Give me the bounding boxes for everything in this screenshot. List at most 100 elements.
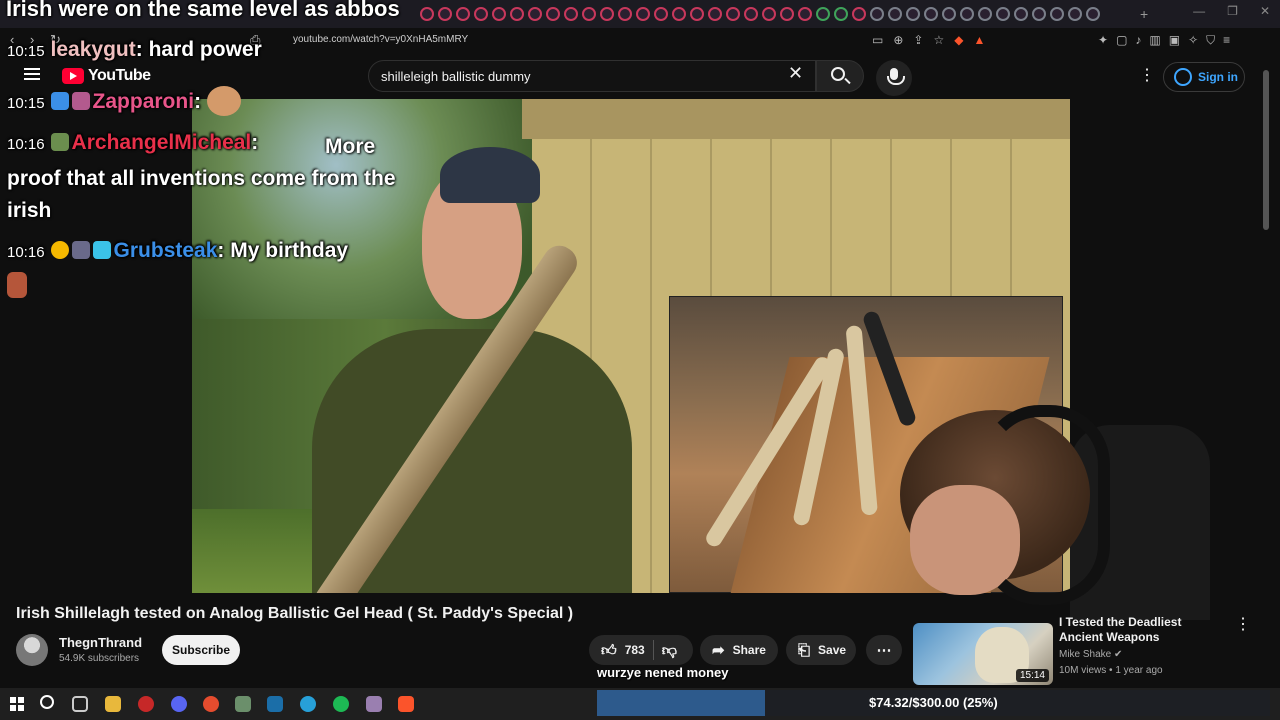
brave-rewards-icon[interactable]: ▲: [973, 33, 985, 47]
tab-favicon-icon[interactable]: [672, 7, 686, 21]
tab-favicon-icon[interactable]: [474, 7, 488, 21]
tab-favicon-icon[interactable]: [906, 7, 920, 21]
tab-favicon-icon[interactable]: [600, 7, 614, 21]
webcam-overlay: [840, 405, 1210, 620]
tab-favicon-icon[interactable]: [492, 7, 506, 21]
address-bar-actions: ▭ ⊕ ⇪ ☆ ◆ ▲: [872, 33, 985, 47]
tab-favicon-icon[interactable]: [870, 7, 884, 21]
recommended-menu-icon[interactable]: ⋮: [1235, 614, 1251, 634]
dislike-icon[interactable]: 👎︎: [662, 643, 677, 658]
tab-favicon-icon[interactable]: [780, 7, 794, 21]
tab-favicon-icon[interactable]: [762, 7, 776, 21]
tab-favicon-icon[interactable]: [456, 7, 470, 21]
scrollbar-thumb[interactable]: [1263, 70, 1269, 230]
browser-menu-icon[interactable]: ≡: [1223, 33, 1230, 48]
tab-favicon-icon[interactable]: [924, 7, 938, 21]
youtube-logo[interactable]: YouTube: [62, 67, 151, 85]
file-explorer-icon[interactable]: [105, 696, 121, 712]
tab-favicon-icon[interactable]: [438, 7, 452, 21]
tab-favicon-icon[interactable]: [978, 7, 992, 21]
taskbar-search-icon[interactable]: [40, 695, 54, 709]
tab-favicon-icon[interactable]: [654, 7, 668, 21]
tab-favicon-icon[interactable]: [798, 7, 812, 21]
search-button[interactable]: [816, 60, 864, 92]
chat-time: 10:15: [7, 95, 45, 112]
donation-message: wurzye nened money: [597, 665, 729, 680]
tab-favicon-icon[interactable]: [510, 7, 524, 21]
tab-favicon-icon[interactable]: [636, 7, 650, 21]
tab-favicon-icon[interactable]: [888, 7, 902, 21]
app-icon[interactable]: [235, 696, 251, 712]
app-icon[interactable]: [366, 696, 382, 712]
tab-favicon-icon[interactable]: [996, 7, 1010, 21]
tab-favicon-icon[interactable]: [744, 7, 758, 21]
tab-favicon-icon[interactable]: [960, 7, 974, 21]
discord-icon[interactable]: [171, 696, 187, 712]
tab-favicon-icon[interactable]: [582, 7, 596, 21]
wallet-icon[interactable]: ▣: [1169, 33, 1180, 48]
tab-favicon-icon[interactable]: [726, 7, 740, 21]
tab-favicon-icon[interactable]: [618, 7, 632, 21]
brave-icon[interactable]: [398, 696, 414, 712]
kebab-icon[interactable]: ⋮: [1139, 68, 1155, 84]
url-input[interactable]: youtube.com/watch?v=y0XnHA5mMRY: [293, 34, 468, 45]
star-icon[interactable]: ☆: [933, 33, 944, 47]
close-window-icon[interactable]: ✕: [1260, 4, 1270, 18]
leo-icon[interactable]: ✧: [1188, 33, 1198, 48]
tab-search-icon[interactable]: ▢: [1116, 33, 1127, 48]
tab-favicon-icon[interactable]: [528, 7, 542, 21]
tab-favicon-icon[interactable]: [816, 7, 830, 21]
like-icon[interactable]: 👍︎: [601, 643, 617, 658]
new-tab-icon[interactable]: +: [1140, 6, 1148, 22]
recommended-title[interactable]: I Tested the Deadliest Ancient Weapons: [1059, 615, 1219, 645]
recommended-channel[interactable]: Mike Shake ✔: [1059, 649, 1122, 660]
maximize-icon[interactable]: ❐: [1227, 4, 1238, 18]
tab-favicon-icon[interactable]: [1068, 7, 1082, 21]
sidebar-icon[interactable]: ▥: [1149, 33, 1160, 48]
screen-icon[interactable]: ▭: [872, 33, 883, 47]
channel-name[interactable]: ThegnThrand: [59, 635, 142, 650]
task-view-icon[interactable]: [72, 696, 88, 712]
sign-in-button[interactable]: Sign in: [1163, 62, 1245, 92]
save-button[interactable]: ⎗ Save: [786, 635, 856, 665]
edge-icon[interactable]: [300, 696, 316, 712]
channel-avatar[interactable]: [16, 634, 48, 666]
extension-icons: ✦ ▢ ♪ ▥ ▣ ✧ ⛉ ≡: [1098, 33, 1230, 48]
tab-favicon-icon[interactable]: [564, 7, 578, 21]
brave-shield-icon[interactable]: ◆: [954, 33, 963, 47]
tab-favicon-icon[interactable]: [1014, 7, 1028, 21]
clear-search-icon[interactable]: ✕: [788, 64, 803, 82]
steam-icon[interactable]: [267, 696, 283, 712]
video-duration: 15:14: [1015, 669, 1049, 682]
windows-icon[interactable]: [10, 697, 24, 711]
share-page-icon[interactable]: ⇪: [913, 33, 923, 47]
recommended-channel-name: Mike Shake: [1059, 649, 1112, 660]
tab-favicon-icon[interactable]: [942, 7, 956, 21]
video-person-cap: [440, 147, 540, 203]
tab-favicon-icon[interactable]: [1032, 7, 1046, 21]
tab-favicon-icon[interactable]: [834, 7, 848, 21]
like-count[interactable]: 783: [625, 643, 645, 657]
chrome-icon[interactable]: [203, 696, 219, 712]
more-actions-button[interactable]: ⋯: [866, 635, 902, 665]
tab-favicon-icon[interactable]: [1086, 7, 1100, 21]
voice-search-button[interactable]: [876, 60, 912, 96]
recommended-thumbnail[interactable]: 15:14: [913, 623, 1053, 685]
tab-favicon-icon[interactable]: [690, 7, 704, 21]
tab-favicon-icon[interactable]: [420, 7, 434, 21]
subscribe-button[interactable]: Subscribe: [162, 635, 240, 665]
music-icon[interactable]: ♪: [1135, 33, 1141, 48]
tab-favicon-icon[interactable]: [546, 7, 560, 21]
vpn-icon[interactable]: ⛉: [1206, 33, 1215, 48]
share-button[interactable]: ➦ Share: [700, 635, 778, 665]
spotify-icon[interactable]: [333, 696, 349, 712]
tab-favicon-icon[interactable]: [852, 7, 866, 21]
obs-icon[interactable]: [138, 696, 154, 712]
tab-favicon-icon[interactable]: [708, 7, 722, 21]
extensions-icon[interactable]: ✦: [1098, 33, 1108, 48]
tab-favicon-icon[interactable]: [1050, 7, 1064, 21]
zoom-icon[interactable]: ⊕: [893, 33, 903, 47]
search-input[interactable]: [381, 69, 781, 84]
minimize-icon[interactable]: —: [1193, 4, 1205, 18]
menu-icon[interactable]: [24, 68, 40, 80]
